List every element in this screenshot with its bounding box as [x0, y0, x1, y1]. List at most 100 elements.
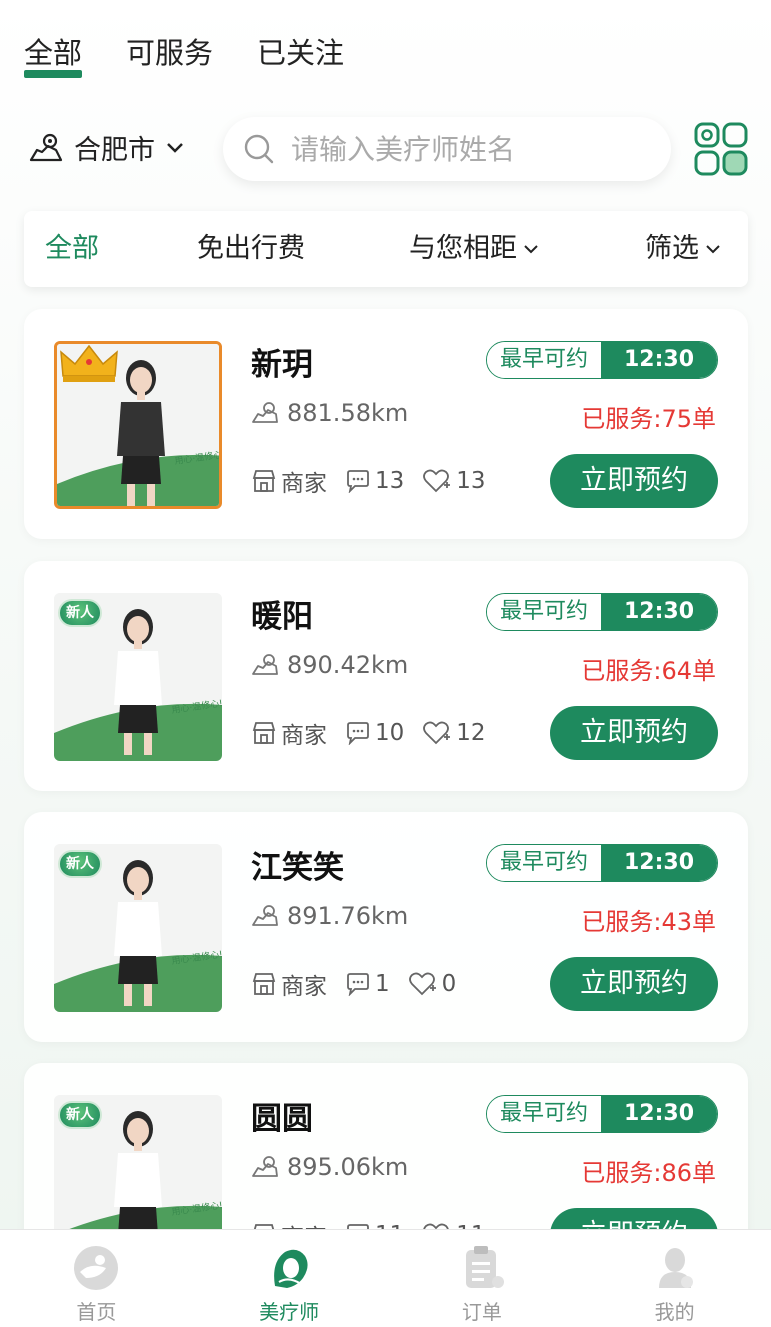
earliest-available-time: 12:30 [601, 342, 717, 378]
earliest-available-label: 最早可约 [487, 342, 601, 378]
earliest-available: 最早可约 12:30 [486, 593, 718, 631]
shop-icon [252, 470, 276, 492]
card-meta: 商家 1 0 [251, 967, 456, 1001]
profile-icon [658, 1248, 693, 1288]
shop-tag[interactable]: 商家 [251, 967, 327, 1001]
therapist-name: 江笑笑 [251, 850, 344, 886]
filter-all[interactable]: 全部 [45, 211, 99, 287]
therapist-icon [274, 1249, 308, 1288]
earliest-available-label: 最早可约 [487, 1096, 601, 1132]
filter-no-travel-fee-label: 免出行费 [197, 233, 305, 264]
follow-heart-icon [423, 721, 451, 745]
distance-value: 895.06km [287, 1153, 409, 1181]
comment-count-value: 1 [375, 971, 390, 997]
home-icon [74, 1246, 119, 1290]
follow-count[interactable]: 0 [408, 971, 457, 997]
search-input[interactable] [291, 132, 651, 166]
chevron-down-icon [524, 245, 538, 254]
shop-tag[interactable]: 商家 [251, 716, 327, 750]
comment-icon [347, 470, 369, 493]
tabbar-orders[interactable]: 订单 [386, 1230, 579, 1327]
earliest-available: 最早可约 12:30 [486, 341, 718, 379]
top-tabs: 全部 可服务 已关注 [24, 30, 344, 78]
tabbar-home[interactable]: 首页 [0, 1230, 193, 1327]
therapist-photo: 用心·温修心! 新人 [54, 844, 222, 1012]
earliest-available-time: 12:30 [601, 845, 717, 881]
follow-heart-icon [423, 469, 451, 493]
comment-count[interactable]: 10 [345, 720, 404, 746]
book-now-button[interactable]: 立即预约 [550, 706, 718, 760]
book-now-button[interactable]: 立即预约 [550, 957, 718, 1011]
distance: 881.58km [251, 399, 408, 427]
bottom-tab-bar: 首页 美疗师 订单 我的 [0, 1229, 771, 1327]
distance: 895.06km [251, 1153, 408, 1181]
therapist-name: 新玥 [251, 347, 313, 383]
tabbar-orders-label: 订单 [461, 1300, 502, 1324]
therapist-photo: 用心·温修心! 新人 [54, 593, 222, 761]
tab-available-label: 可服务 [126, 36, 214, 70]
map-pin-icon [29, 133, 63, 161]
tab-available[interactable]: 可服务 [126, 30, 213, 76]
served-count: 已服务:64单 [581, 657, 716, 685]
therapist-card[interactable]: 用心·温修心! 新人 江笑笑 最早可约 12:30 891.76km 已服务:4… [24, 812, 748, 1042]
follow-count-value: 0 [441, 971, 457, 997]
distance: 890.42km [251, 651, 408, 679]
therapist-name: 圆圆 [251, 1101, 313, 1137]
follow-count[interactable]: 12 [422, 720, 486, 746]
tabbar-profile[interactable]: 我的 [578, 1230, 771, 1327]
filter-bar: 全部 免出行费 与您相距 筛选 [24, 211, 748, 287]
distance: 891.76km [251, 902, 408, 930]
follow-count[interactable]: 13 [422, 468, 486, 494]
new-badge: 新人 [58, 599, 102, 627]
tab-all-label: 全部 [24, 36, 83, 70]
city-label: 合肥市 [74, 135, 155, 166]
shop-label: 商家 [281, 723, 327, 749]
comment-count-value: 10 [375, 720, 405, 746]
served-count: 已服务:75单 [581, 405, 716, 433]
tab-all[interactable]: 全部 [24, 30, 83, 78]
search-icon [244, 134, 274, 164]
therapist-card[interactable]: 用心·温修心! 新玥 最早可约 12:30 881.58km 已服务:75单 商… [24, 309, 748, 539]
earliest-available-label: 最早可约 [487, 845, 601, 881]
grid-view-icon[interactable] [692, 120, 750, 178]
location-icon [252, 905, 278, 926]
follow-heart-icon [408, 972, 436, 996]
shop-icon [252, 722, 276, 744]
shop-label: 商家 [281, 471, 327, 497]
location-icon [252, 1156, 278, 1177]
comment-count[interactable]: 1 [345, 971, 390, 997]
book-now-button[interactable]: 立即预约 [550, 454, 718, 508]
follow-count-value: 12 [456, 720, 486, 746]
served-count: 已服务:86单 [581, 1159, 716, 1187]
location-icon [252, 654, 278, 675]
city-selector[interactable]: 合肥市 [28, 128, 185, 167]
filter-no-travel-fee[interactable]: 免出行费 [197, 211, 305, 287]
tabbar-therapist-label: 美疗师 [259, 1300, 320, 1324]
comment-count[interactable]: 13 [345, 468, 404, 494]
chevron-down-icon [706, 245, 720, 254]
location-icon [252, 402, 278, 423]
card-meta: 商家 13 13 [251, 464, 486, 498]
distance-value: 890.42km [287, 651, 409, 679]
tab-followed-label: 已关注 [257, 36, 345, 70]
shop-tag[interactable]: 商家 [251, 464, 327, 498]
filter-distance[interactable]: 与您相距 [409, 211, 539, 287]
earliest-available: 最早可约 12:30 [486, 1095, 718, 1133]
shop-icon [252, 973, 276, 995]
therapist-card[interactable]: 用心·温修心! 新人 暖阳 最早可约 12:30 890.42km 已服务:64… [24, 561, 748, 791]
served-count: 已服务:43单 [581, 908, 716, 936]
comment-icon [347, 722, 369, 745]
card-meta: 商家 10 12 [251, 716, 486, 750]
earliest-available-time: 12:30 [601, 594, 717, 630]
comment-icon [347, 973, 369, 996]
distance-value: 891.76km [287, 902, 409, 930]
filter-all-label: 全部 [45, 233, 99, 264]
new-badge: 新人 [58, 1101, 102, 1129]
earliest-available-time: 12:30 [601, 1096, 717, 1132]
order-icon [465, 1246, 504, 1288]
chevron-down-icon [167, 142, 183, 153]
tab-followed[interactable]: 已关注 [257, 30, 344, 76]
tabbar-therapist[interactable]: 美疗师 [193, 1230, 386, 1327]
new-badge: 新人 [58, 850, 102, 878]
filter-more[interactable]: 筛选 [645, 211, 721, 287]
